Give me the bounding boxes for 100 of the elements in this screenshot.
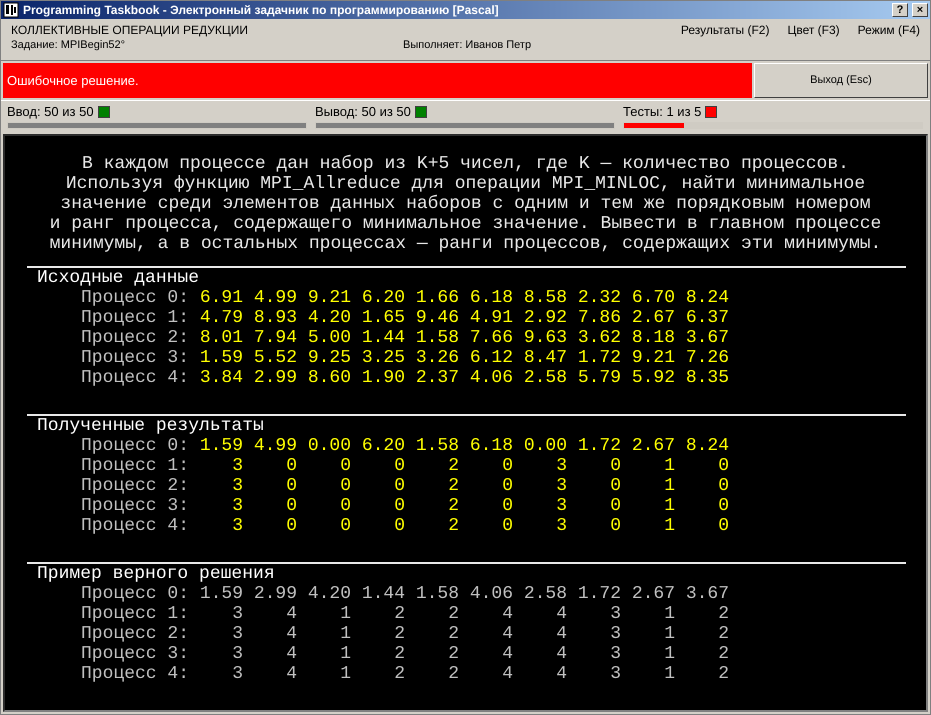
process-label: Процесс 2:: [81, 476, 190, 496]
value-cell-text: 2: [447, 476, 460, 496]
value-cell-text: 0: [393, 476, 406, 496]
value-cell-text: 2: [447, 496, 460, 516]
process-label: Процесс 4:: [81, 664, 190, 684]
value-cell: 4.79: [200, 308, 244, 328]
value-cell: 5.92: [632, 368, 676, 388]
value-cell-text: 0: [609, 496, 622, 516]
process-label: Процесс 1:: [81, 308, 190, 328]
value-cell: 3.84: [200, 368, 244, 388]
value-cell: 9.21: [632, 348, 676, 368]
value-cell: 2.67: [632, 436, 676, 456]
value-cell-text: 0: [717, 476, 730, 496]
value-cell-text: 3: [231, 664, 244, 684]
value-cell-text: 3: [231, 604, 244, 624]
value-cell: 4.91: [470, 308, 514, 328]
value-cell: 1.59: [200, 584, 244, 604]
process-label: Процесс 1:: [81, 604, 190, 624]
value-cell-text: 1: [663, 476, 676, 496]
topic-label: КОЛЛЕКТИВНЫЕ ОПЕРАЦИИ РЕДУКЦИИ: [11, 23, 250, 38]
value-cell-text: 4: [501, 664, 514, 684]
value-cell: 1.65: [362, 308, 406, 328]
value-cell: 3.67: [686, 584, 730, 604]
value-cell-text: 3: [609, 604, 622, 624]
value-cell-text: 4: [285, 644, 298, 664]
value-cell: 1.72: [578, 348, 622, 368]
value-cell: 2.58: [524, 584, 568, 604]
exit-button[interactable]: Выход (Esc): [754, 62, 928, 98]
value-cell-text: 4: [501, 624, 514, 644]
value-cell-text: 3: [231, 516, 244, 536]
value-cell: 3.62: [578, 328, 622, 348]
value-cell-text: 3: [231, 496, 244, 516]
value-cell-text: 3: [231, 476, 244, 496]
task-description: В каждом процессе дан набор из K+5 чисел, где K — количество процессов. Используя функцию MPI_Allreduce для операции MPI_MINLOC, найти минимальное значение среди элементов данных наборов с одним и тем же порядковым номером и ранг процесса, содержащего минимальное значение. Вывести в главном процессе минимумы, а в остальных процессах — ранги процессов, содержащих эти минимумы.: [48, 154, 882, 254]
value-cell-text: 0: [285, 476, 298, 496]
value-cell-text: 2: [393, 624, 406, 644]
value-cell-text: 1: [663, 456, 676, 476]
value-cell-text: 0: [501, 516, 514, 536]
section-heading: Пример верного решения: [36, 564, 276, 584]
value-cell-text: 2: [393, 604, 406, 624]
value-cell: 2.99: [254, 584, 298, 604]
value-cell-text: 0: [393, 516, 406, 536]
value-cell-text: 0: [501, 496, 514, 516]
value-cell-text: 0: [609, 516, 622, 536]
value-cell: 6.37: [686, 308, 730, 328]
value-cell: 1.72: [578, 436, 622, 456]
value-cell: 2.67: [632, 584, 676, 604]
value-cell: 4.06: [470, 368, 514, 388]
value-cell: 0.00: [308, 436, 352, 456]
value-cell-text: 0: [339, 456, 352, 476]
value-cell-text: 3: [609, 664, 622, 684]
menu-item[interactable]: Режим (F4): [858, 23, 920, 56]
menu-item[interactable]: Цвет (F3): [787, 23, 840, 56]
value-cell-text: 3: [555, 496, 568, 516]
close-button[interactable]: ×: [912, 3, 928, 18]
value-cell-text: 2: [447, 624, 460, 644]
value-cell-text: 4: [555, 664, 568, 684]
result-banner: Ошибочное решение.: [3, 62, 752, 98]
value-cell: 6.12: [470, 348, 514, 368]
section-heading: Исходные данные: [36, 268, 200, 288]
status-label: Ввод: 50 из 50: [7, 104, 94, 119]
value-cell: 2.99: [254, 368, 298, 388]
value-cell: 7.66: [470, 328, 514, 348]
value-cell: 1.59: [200, 348, 244, 368]
value-cell: 6.18: [470, 436, 514, 456]
value-cell-text: 1: [339, 644, 352, 664]
app-icon: [3, 2, 19, 18]
value-cell-text: 4: [555, 644, 568, 664]
value-cell: 7.26: [686, 348, 730, 368]
process-label: Процесс 4:: [81, 516, 190, 536]
value-cell: 8.24: [686, 436, 730, 456]
value-cell: 8.35: [686, 368, 730, 388]
value-cell-text: 2: [717, 644, 730, 664]
value-cell-text: 0: [393, 456, 406, 476]
value-cell: 3.67: [686, 328, 730, 348]
value-cell-text: 2: [447, 516, 460, 536]
value-cell-text: 2: [393, 644, 406, 664]
task-label: Задание: MPIBegin52°: [11, 39, 126, 52]
value-cell-text: 3: [555, 456, 568, 476]
value-cell: 1.58: [416, 328, 460, 348]
help-button[interactable]: ?: [892, 3, 908, 18]
value-cell: 4.20: [308, 308, 352, 328]
value-cell: 4.99: [254, 288, 298, 308]
value-cell: 9.46: [416, 308, 460, 328]
value-cell: 1.90: [362, 368, 406, 388]
value-cell: 8.93: [254, 308, 298, 328]
process-label: Процесс 3:: [81, 348, 190, 368]
value-cell-text: 0: [393, 496, 406, 516]
value-cell: 3.26: [416, 348, 460, 368]
value-cell: 8.01: [200, 328, 244, 348]
value-cell-text: 4: [555, 624, 568, 644]
value-cell: 1.58: [416, 436, 460, 456]
value-cell-text: 2: [717, 664, 730, 684]
value-cell-text: 0: [717, 516, 730, 536]
value-cell-text: 0: [339, 476, 352, 496]
menu-item[interactable]: Результаты (F2): [680, 23, 770, 56]
value-cell: 9.63: [524, 328, 568, 348]
process-label: Процесс 0:: [81, 584, 190, 604]
value-cell: 2.67: [632, 308, 676, 328]
author-label: Выполняет: Иванов Петр: [403, 39, 532, 52]
